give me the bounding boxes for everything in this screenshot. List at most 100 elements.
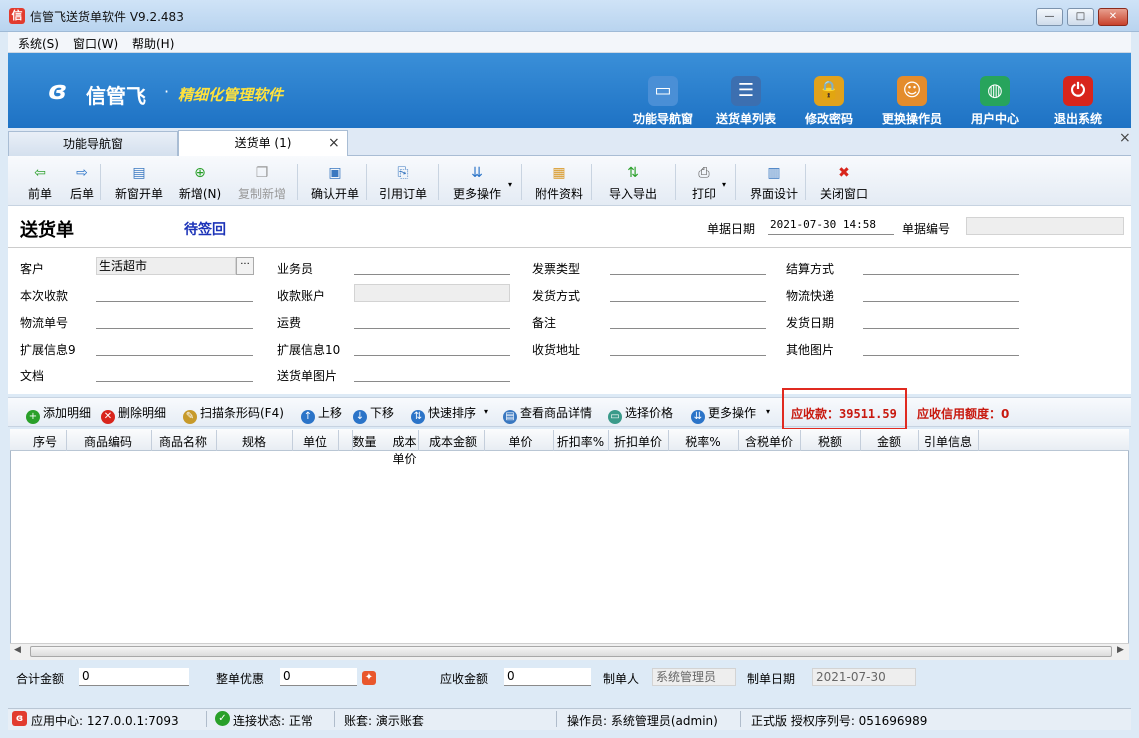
scroll-right-icon[interactable]: ▶ <box>1117 645 1124 655</box>
delivery-image-field[interactable] <box>354 364 510 382</box>
doc-date-field[interactable]: 2021-07-30 14:58 <box>768 217 894 235</box>
detail-more-button[interactable]: ⇊ 更多操作 <box>691 404 756 424</box>
toolbar-arrow-left-button[interactable]: ⇦ 前单 <box>20 163 60 202</box>
ship-method-field[interactable] <box>610 284 766 302</box>
toolbar-more-button[interactable]: ⇊ 更多操作 <box>444 163 510 202</box>
toolbar-import-order-button[interactable]: ⎘ 引用订单 <box>372 163 434 202</box>
account-field[interactable] <box>354 284 510 302</box>
column-header[interactable]: 税额 <box>800 433 860 450</box>
column-header[interactable]: 序号 <box>18 433 72 450</box>
menu-system[interactable]: 系统(S) <box>18 35 59 52</box>
receivable-value: 39511.59 <box>839 407 897 421</box>
dropdown-arrow-icon[interactable]: ▾ <box>508 180 512 189</box>
toolbar-new-window-button[interactable]: ▤ 新窗开单 <box>108 163 170 202</box>
maker-field: 系统管理员 <box>652 668 736 686</box>
toolbar-label: 新增(N) <box>178 187 222 201</box>
column-header[interactable]: 成本单价 <box>391 433 418 467</box>
doc-number-field[interactable] <box>966 217 1124 235</box>
doc-number-label: 单据编号 <box>902 222 951 236</box>
nav-label: 用户中心 <box>970 112 1019 126</box>
panel-close-icon[interactable]: × <box>1119 130 1131 146</box>
tab-close-icon[interactable]: × <box>328 135 340 151</box>
customer-picker-button[interactable]: ··· <box>236 257 254 275</box>
ext9-field[interactable] <box>96 338 253 356</box>
dropdown-arrow-icon[interactable]: ▾ <box>484 407 488 416</box>
column-header[interactable]: 单位 <box>292 433 338 450</box>
column-divider <box>918 430 919 451</box>
toolbar-label: 关闭窗口 <box>819 187 868 201</box>
menu-window[interactable]: 窗口(W) <box>73 35 118 52</box>
nav-power-button[interactable]: ⏻ 退出系统 <box>1038 76 1118 127</box>
discount-calc-icon[interactable]: ✦ <box>362 671 376 685</box>
detail-up-button[interactable]: ↑ 上移 <box>301 404 342 424</box>
settlement-field[interactable] <box>863 257 1019 275</box>
detail-price-button[interactable]: ▭ 选择价格 <box>608 404 673 424</box>
logistics-field[interactable] <box>863 284 1019 302</box>
toolbar-print-button[interactable]: ⎙ 打印 <box>682 163 726 202</box>
close-button[interactable]: ✕ <box>1098 8 1128 26</box>
discount-field[interactable]: 0 <box>280 668 357 686</box>
detail-barcode-button[interactable]: ✎ 扫描条形码(F4) <box>183 404 284 424</box>
toolbar-save-button[interactable]: ▣ 确认开单 <box>302 163 368 202</box>
column-header[interactable]: 成本金额 <box>418 433 488 450</box>
column-header[interactable]: 引单信息 <box>918 433 978 450</box>
document-field[interactable] <box>96 364 253 382</box>
received-field[interactable] <box>96 284 253 302</box>
minimize-button[interactable]: — <box>1036 8 1063 26</box>
status-license: 正式版 授权序列号: 051696989 <box>751 714 928 728</box>
due-field[interactable]: 0 <box>504 668 591 686</box>
toolbar-attachment-button[interactable]: ▦ 附件资料 <box>528 163 590 202</box>
total-field[interactable]: 0 <box>79 668 189 686</box>
dropdown-arrow-icon[interactable]: ▾ <box>766 407 770 416</box>
dropdown-arrow-icon[interactable]: ▾ <box>722 180 726 189</box>
toolbar-add-button[interactable]: ⊕ 新增(N) <box>172 163 228 202</box>
freight-label: 运费 <box>277 316 302 330</box>
ext10-field[interactable] <box>354 338 510 356</box>
other-image-field[interactable] <box>863 338 1019 356</box>
maximize-button[interactable]: □ <box>1067 8 1094 26</box>
nav-globe-button[interactable]: ◍ 用户中心 <box>955 76 1035 127</box>
tracking-field[interactable] <box>96 311 253 329</box>
detail-grid[interactable] <box>10 429 1129 645</box>
tab-function-nav[interactable]: 功能导航窗 <box>8 131 178 156</box>
column-header[interactable]: 折扣率% <box>553 433 608 450</box>
menu-bar <box>8 32 1131 53</box>
detail-delete-detail-button[interactable]: ✕ 删除明细 <box>101 404 166 424</box>
column-divider <box>352 430 353 451</box>
nav-user-button[interactable]: ☺ 更换操作员 <box>872 76 952 127</box>
nav-list-button[interactable]: ☰ 送货单列表 <box>706 76 786 127</box>
ship-date-field[interactable] <box>863 311 1019 329</box>
address-field[interactable] <box>610 338 766 356</box>
arrow-left-icon: ⇦ <box>34 165 46 181</box>
nav-monitor-button[interactable]: ▭ 功能导航窗 <box>623 76 703 127</box>
menu-help[interactable]: 帮助(H) <box>132 35 174 52</box>
detail-detail-button[interactable]: ▤ 查看商品详情 <box>503 404 592 424</box>
column-header[interactable]: 规格 <box>216 433 292 450</box>
toolbar-import-export-button[interactable]: ⇅ 导入导出 <box>598 163 668 202</box>
detail-sort-button[interactable]: ⇅ 快速排序 <box>411 404 476 424</box>
scrollbar-thumb[interactable] <box>30 646 1112 657</box>
column-header[interactable]: 金额 <box>860 433 918 450</box>
column-header[interactable]: 含税单价 <box>738 433 800 450</box>
column-header[interactable]: 税率% <box>668 433 738 450</box>
nav-lock-button[interactable]: 🔒 修改密码 <box>789 76 869 127</box>
column-header[interactable]: 折扣单价 <box>608 433 668 450</box>
scroll-left-icon[interactable]: ◀ <box>14 645 21 655</box>
invoice-type-field[interactable] <box>610 257 766 275</box>
column-header[interactable]: 商品名称 <box>150 433 216 450</box>
toolbar-layout-button[interactable]: ▥ 界面设计 <box>742 163 806 202</box>
more-icon: ⇊ <box>471 165 483 181</box>
salesman-field[interactable] <box>354 257 510 275</box>
freight-field[interactable] <box>354 311 510 329</box>
tab-delivery-note[interactable]: 送货单 (1) <box>178 130 348 156</box>
window-title: 信管飞送货单软件 V9.2.483 <box>30 10 184 24</box>
remark-field[interactable] <box>610 311 766 329</box>
toolbar-arrow-right-button[interactable]: ⇨ 后单 <box>62 163 102 202</box>
column-header[interactable]: 商品编码 <box>66 433 150 450</box>
column-header[interactable]: 数量 <box>338 433 391 450</box>
detail-add-detail-button[interactable]: + 添加明细 <box>26 404 91 424</box>
column-header[interactable]: 单价 <box>488 433 553 450</box>
detail-down-button[interactable]: ↓ 下移 <box>353 404 394 424</box>
toolbar-close-window-button[interactable]: ✖ 关闭窗口 <box>812 163 876 202</box>
customer-field[interactable]: 生活超市 <box>96 257 236 275</box>
